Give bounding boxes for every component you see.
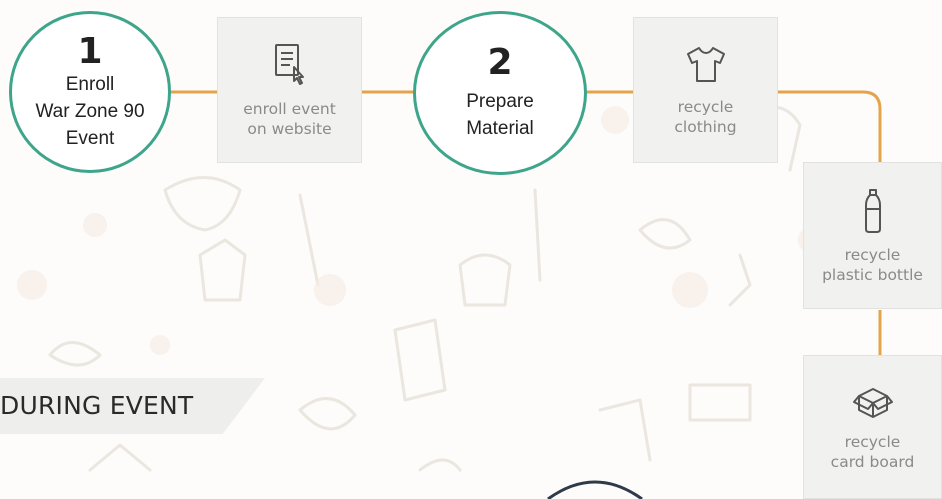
document-cursor-icon [274,44,304,85]
card-enroll-event: enroll event on website [217,17,362,163]
card-recycle-plastic-bottle: recycle plastic bottle [803,162,942,309]
card-clothing-label-line-1: recycle [677,98,734,116]
card-bottle-label-line-2: plastic bottle [822,265,923,284]
step-2-circle: 2 Prepare Material [413,11,587,175]
step-2-label-line-2: Material [466,118,534,139]
section-title: DURING EVENT [0,391,194,420]
card-recycle-cardboard: recycle card board [803,355,942,499]
step-2-label-line-1: Prepare [466,91,534,112]
step-1-circle: 1 Enroll War Zone 90 Event [9,11,171,173]
step-1-label-line-1: Enroll [65,73,115,95]
next-step-circle-partial [547,480,643,499]
card-cardboard-label-line-2: card board [830,453,915,471]
t-shirt-icon [686,47,725,82]
step-1-number: 1 [77,30,103,72]
card-enroll-label-line-1: enroll event [243,100,336,118]
card-bottle-label-line-1: recycle [844,245,901,264]
cardboard-box-icon [852,388,893,418]
card-cardboard-label-line-1: recycle [844,433,901,451]
card-clothing-label-line-2: clothing [674,118,737,136]
card-enroll-label-line-2: on website [247,120,332,138]
plastic-bottle-icon [864,188,881,233]
step-1-label-line-3: Event [65,127,115,149]
card-recycle-clothing: recycle clothing [633,17,778,163]
step-1-label-line-2: War Zone 90 [35,100,145,122]
step-2-number: 2 [487,42,513,83]
